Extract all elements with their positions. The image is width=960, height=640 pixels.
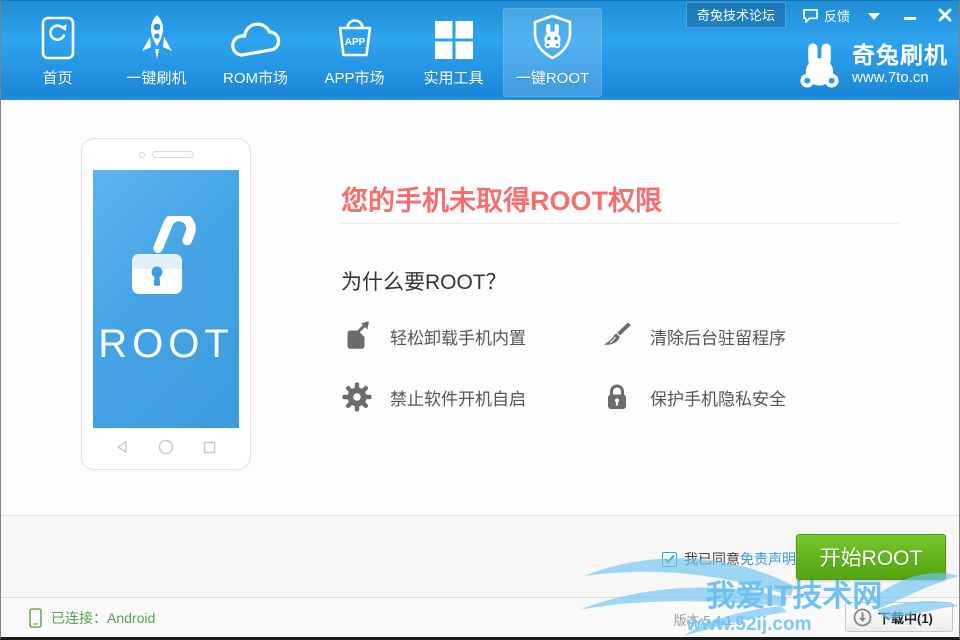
version-label: 版本:5.4.1.0 — [674, 610, 743, 629]
rocket-icon — [138, 8, 176, 60]
divider — [341, 223, 899, 224]
page-title: 您的手机未取得ROOT权限 — [341, 179, 662, 218]
minimize-button[interactable] — [904, 17, 916, 20]
status-bar: 已连接：Android 版本:5.4.1.0 下载中(1) — [1, 597, 959, 637]
connection-status: 已连接：Android — [29, 598, 155, 637]
app-header: 首页 一键刷机 ROM市场 APP APP市场 — [0, 0, 960, 100]
feedback-button[interactable]: 反馈 — [802, 6, 850, 25]
feature-label: 保护手机隐私安全 — [650, 385, 786, 410]
cloud-icon — [228, 8, 284, 60]
download-icon — [853, 608, 872, 627]
tab-app-market[interactable]: APP APP市场 — [305, 8, 404, 97]
check-icon — [664, 554, 675, 564]
feature-uninstall: 轻松卸载手机内置 — [341, 314, 601, 358]
connection-label: 已连接：Android — [51, 608, 155, 628]
tab-rom-market[interactable]: ROM市场 — [206, 8, 305, 97]
uninstall-icon — [341, 321, 373, 351]
tab-label: 实用工具 — [423, 67, 483, 88]
brand-name: 奇兔刷机 — [852, 43, 948, 68]
unlocked-padlock-icon — [124, 216, 208, 308]
download-status-button[interactable]: 下载中(1) — [845, 602, 953, 632]
android-back-icon — [116, 440, 128, 454]
feature-clean: 清除后台驻留程序 — [601, 314, 861, 358]
app-bag-icon: APP — [332, 8, 378, 60]
tab-label: 一键ROOT — [516, 67, 589, 88]
download-label: 下载中(1) — [878, 608, 933, 627]
feature-label: 轻松卸载手机内置 — [390, 324, 526, 349]
tab-home[interactable]: 首页 — [8, 8, 107, 97]
tab-oneclick-root[interactable]: 一键ROOT — [503, 8, 602, 97]
feature-label: 清除后台驻留程序 — [650, 324, 786, 349]
feature-label: 禁止软件开机自启 — [390, 385, 526, 410]
start-root-button[interactable]: 开始ROOT — [796, 534, 946, 580]
forum-button[interactable]: 奇兔技术论坛 — [686, 2, 786, 28]
agree-label: 我已同意 — [684, 549, 740, 569]
phone-connected-icon — [29, 608, 42, 628]
feature-list: 轻松卸载手机内置 清除后台驻留程序 禁止软件开机自启 保护手机隐私安全 — [341, 314, 911, 419]
home-refresh-icon — [41, 8, 75, 60]
feature-privacy: 保护手机隐私安全 — [601, 375, 861, 419]
feature-autostart: 禁止软件开机自启 — [341, 375, 601, 419]
gear-icon — [341, 382, 373, 412]
phone-illustration: ROOT — [81, 138, 251, 470]
close-icon — [938, 8, 952, 22]
android-home-icon — [158, 439, 174, 455]
android-recent-icon — [203, 441, 216, 454]
phone-speaker — [152, 151, 194, 158]
window-controls: 奇兔技术论坛 反馈 — [686, 3, 952, 27]
tab-utilities[interactable]: 实用工具 — [404, 8, 503, 97]
action-bar: 我已同意 免责声明 开始ROOT — [1, 515, 959, 597]
app-window: 首页 一键刷机 ROM市场 APP APP市场 — [0, 0, 960, 640]
phone-screen-text: ROOT — [93, 322, 239, 367]
tab-label: 一键刷机 — [126, 67, 186, 88]
main-nav: 首页 一键刷机 ROM市场 APP APP市场 — [8, 1, 602, 101]
brand-logo: 奇兔刷机 www.7to.cn — [796, 41, 948, 89]
phone-camera-dot — [139, 152, 145, 158]
feedback-label: 反馈 — [824, 6, 850, 25]
tab-label: APP市场 — [324, 67, 384, 88]
disclaimer-link[interactable]: 免责声明 — [740, 549, 796, 569]
app-bag-text: APP — [344, 37, 365, 48]
phone-screen: ROOT — [93, 170, 239, 428]
broom-icon — [601, 321, 633, 351]
brand-url: www.7to.cn — [852, 70, 948, 87]
tab-label: ROM市场 — [223, 67, 288, 88]
lock-icon — [601, 382, 633, 412]
chevron-down-icon[interactable] — [868, 13, 880, 20]
close-button[interactable] — [938, 8, 952, 22]
section-heading: 为什么要ROOT？ — [341, 266, 507, 296]
tiles-icon — [434, 8, 474, 60]
agreement-row: 我已同意 免责声明 — [662, 549, 796, 569]
rabbit-logo-icon — [796, 41, 843, 89]
tab-label: 首页 — [42, 67, 72, 88]
tab-oneclick-flash[interactable]: 一键刷机 — [107, 8, 206, 97]
speech-bubble-icon — [802, 8, 819, 23]
shield-rabbit-icon — [531, 8, 574, 60]
agree-checkbox[interactable] — [662, 552, 677, 567]
